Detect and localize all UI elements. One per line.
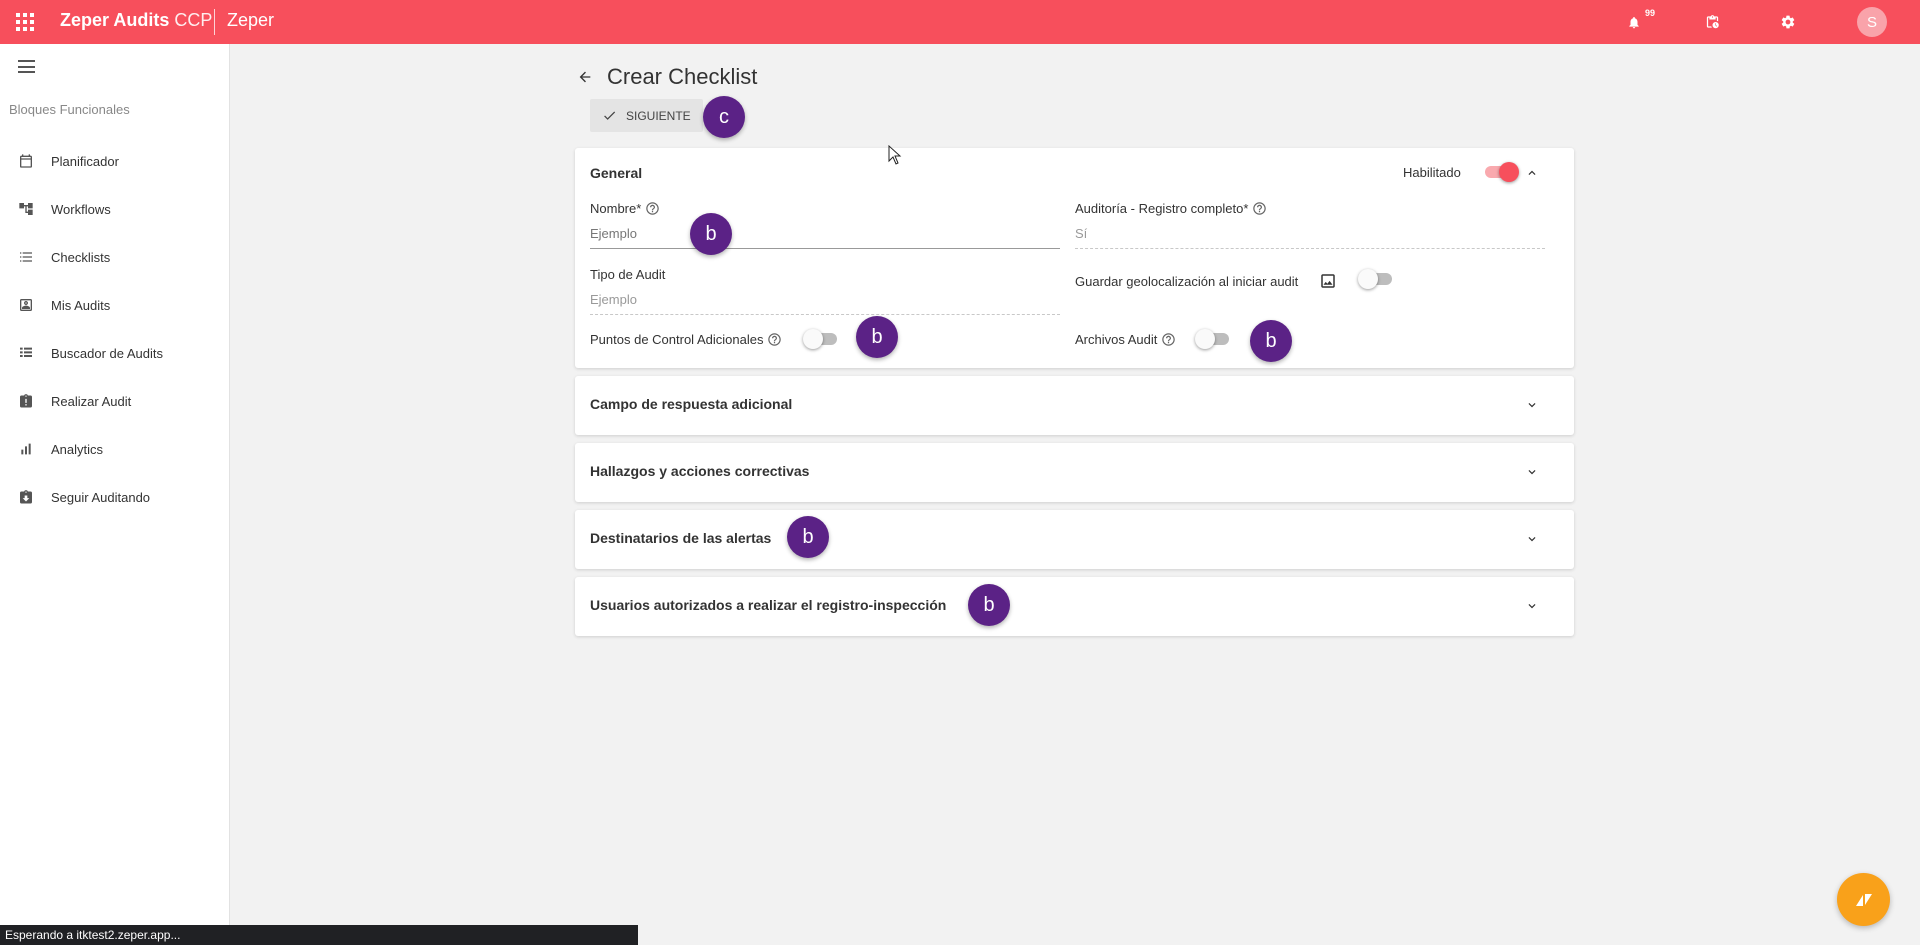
check-icon [602, 108, 617, 123]
next-button[interactable]: SIGUIENTE [590, 99, 703, 132]
sidebar-item-label: Mis Audits [51, 297, 111, 313]
extra-points-label: Puntos de Control Adicionales [590, 332, 782, 347]
audit-type-value: Ejemplo [590, 292, 637, 307]
sidebar-item-buscador-de-audits[interactable]: Buscador de Audits [0, 335, 229, 371]
sidebar-item-label: Checklists [51, 249, 111, 265]
next-button-label: SIGUIENTE [626, 108, 691, 123]
audit-files-label-text: Archivos Audit [1075, 332, 1158, 347]
annotation-marker-b: b [787, 516, 829, 558]
audit-files-label: Archivos Audit [1075, 332, 1176, 347]
section-title: Destinatarios de las alertas [590, 530, 772, 546]
calendar-icon [17, 152, 35, 170]
sidebar-item-label: Buscador de Audits [51, 345, 164, 361]
section-title: Hallazgos y acciones correctivas [590, 463, 810, 479]
menu-toggle-icon[interactable] [18, 60, 35, 73]
brand-suffix: CCP [174, 10, 213, 30]
page-title: Crear Checklist [607, 64, 758, 89]
name-label-text: Nombre* [590, 201, 642, 216]
complete-record-label: Auditoría - Registro completo* [1075, 201, 1267, 216]
sidebar-item-label: Realizar Audit [51, 393, 132, 409]
sidebar-item-checklists[interactable]: Checklists [0, 239, 229, 275]
help-circle-icon[interactable] [645, 201, 660, 216]
user-avatar[interactable]: S [1857, 7, 1887, 37]
list-icon [17, 344, 35, 362]
chevron-down-icon[interactable] [1525, 599, 1539, 613]
sidebar-item-workflows[interactable]: Workflows [0, 191, 229, 227]
help-chat-button[interactable] [1837, 873, 1890, 926]
chevron-up-icon[interactable] [1525, 166, 1539, 180]
mouse-cursor-icon [888, 145, 902, 165]
section-alert-recipients[interactable]: Destinatarios de las alertas [575, 510, 1574, 569]
zendesk-icon [1855, 893, 1872, 906]
complete-record-value: Sí [1075, 226, 1088, 241]
section-title: Usuarios autorizados a realizar el regis… [590, 597, 947, 613]
general-card-title: General [590, 165, 643, 181]
help-circle-icon[interactable] [767, 332, 782, 347]
help-circle-icon[interactable] [1252, 201, 1267, 216]
company-name: Zeper [227, 10, 275, 30]
contact-card-icon [17, 296, 35, 314]
brand-divider [214, 9, 215, 35]
annotation-marker-b: b [1250, 320, 1292, 362]
annotation-marker-b: b [690, 213, 732, 255]
chevron-down-icon[interactable] [1525, 465, 1539, 479]
geolocation-toggle[interactable] [1358, 269, 1396, 289]
page-header: Crear Checklist [575, 62, 757, 92]
chevron-down-icon[interactable] [1525, 398, 1539, 412]
extra-points-toggle[interactable] [803, 329, 841, 349]
sidebar-item-label: Workflows [51, 201, 111, 217]
sidebar-item-label: Analytics [51, 441, 104, 457]
section-findings[interactable]: Hallazgos y acciones correctivas [575, 443, 1574, 502]
apps-grid-icon[interactable] [16, 13, 34, 31]
enabled-toggle[interactable] [1481, 162, 1519, 182]
sidebar-item-realizar-audit[interactable]: Realizar Audit [0, 383, 229, 419]
name-underline [590, 248, 1060, 249]
geolocation-label: Guardar geolocalización al iniciar audit [1075, 274, 1299, 289]
clipboard-alert-icon [17, 392, 35, 410]
complete-record-label-text: Auditoría - Registro completo* [1075, 201, 1249, 216]
image-icon [1319, 272, 1337, 290]
name-input[interactable]: Ejemplo [590, 226, 637, 241]
sidebar-item-label: Seguir Auditando [51, 489, 151, 505]
section-title: Campo de respuesta adicional [590, 396, 793, 412]
section-additional-response[interactable]: Campo de respuesta adicional [575, 376, 1574, 435]
sidebar: Bloques Funcionales Planificador Workflo… [0, 44, 230, 945]
sidebar-item-label: Planificador [51, 153, 119, 169]
complete-record-underline [1075, 248, 1545, 249]
annotation-marker-b: b [968, 584, 1010, 626]
checklist-icon [17, 248, 35, 266]
sidebar-item-mis-audits[interactable]: Mis Audits [0, 287, 229, 323]
bell-icon[interactable] [1624, 12, 1644, 32]
sidebar-item-planificador[interactable]: Planificador [0, 143, 229, 179]
annotation-marker-c: c [703, 96, 745, 138]
clipboard-clock-icon[interactable] [1702, 12, 1722, 32]
clipboard-down-icon [17, 488, 35, 506]
arrow-back-icon[interactable] [575, 67, 595, 87]
brand-name: Zeper Audits [60, 10, 170, 30]
gear-icon[interactable] [1778, 12, 1798, 32]
audit-type-label: Tipo de Audit [590, 267, 666, 282]
section-authorized-users[interactable]: Usuarios autorizados a realizar el regis… [575, 577, 1574, 636]
browser-status-bar: Esperando a itktest2.zeper.app... [0, 925, 638, 945]
top-bar: Zeper Audits CCP Zeper 99 S [0, 0, 1920, 44]
audit-files-toggle[interactable] [1195, 329, 1233, 349]
audit-type-underline [590, 314, 1060, 315]
notification-count: 99 [1645, 8, 1656, 18]
sidebar-section-label: Bloques Funcionales [9, 102, 130, 117]
sidebar-item-seguir-auditando[interactable]: Seguir Auditando [0, 479, 229, 515]
bar-chart-icon [17, 440, 35, 458]
name-label: Nombre* [590, 201, 660, 216]
help-circle-icon[interactable] [1161, 332, 1176, 347]
extra-points-label-text: Puntos de Control Adicionales [590, 332, 764, 347]
sidebar-item-analytics[interactable]: Analytics [0, 431, 229, 467]
chevron-down-icon[interactable] [1525, 532, 1539, 546]
workflow-icon [17, 200, 35, 218]
general-card: General Habilitado Nombre* Ejemplo Audit… [575, 148, 1574, 368]
app-brand[interactable]: Zeper Audits CCP [60, 10, 212, 31]
enabled-label: Habilitado [1403, 165, 1461, 180]
annotation-marker-b: b [856, 316, 898, 358]
